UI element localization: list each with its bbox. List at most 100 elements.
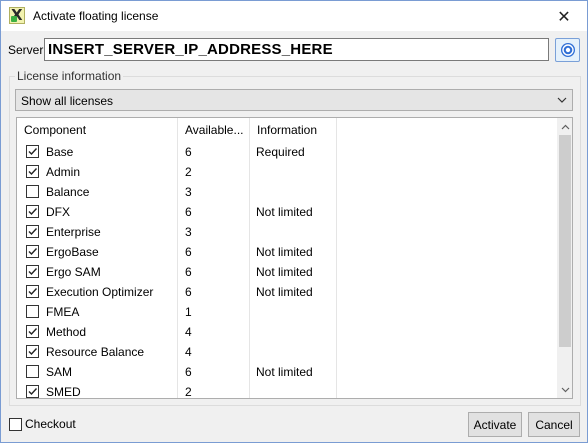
information-cell <box>250 342 337 362</box>
server-input[interactable]: INSERT_SERVER_IP_ADDRESS_HERE <box>44 38 549 61</box>
table-row[interactable]: Base 6 Required <box>17 142 557 162</box>
checkmark-icon <box>28 148 38 156</box>
available-cell: 3 <box>178 222 250 242</box>
column-header-information[interactable]: Information <box>250 118 337 142</box>
table-row[interactable]: Execution Optimizer 6 Not limited <box>17 282 557 302</box>
information-cell <box>250 182 337 202</box>
checkmark-icon <box>28 288 38 296</box>
component-cell: DFX <box>17 202 178 222</box>
checkmark-icon <box>28 228 38 236</box>
component-cell: Ergo SAM <box>17 262 178 282</box>
table-row[interactable]: Method 4 <box>17 322 557 342</box>
column-header-component[interactable]: Component <box>17 118 178 142</box>
table-scrollbar[interactable] <box>557 118 572 398</box>
component-cell: Base <box>17 142 178 162</box>
information-cell: Not limited <box>250 202 337 222</box>
component-name: Admin <box>46 165 81 179</box>
information-cell: Not limited <box>250 262 337 282</box>
available-cell: 6 <box>178 142 250 162</box>
available-cell: 2 <box>178 162 250 182</box>
component-checkbox[interactable] <box>26 265 39 278</box>
checkmark-icon <box>28 328 38 336</box>
available-cell: 6 <box>178 202 250 222</box>
component-cell: FMEA <box>17 302 178 322</box>
component-name: Method <box>46 325 87 339</box>
available-cell: 4 <box>178 322 250 342</box>
scrollbar-thumb[interactable] <box>559 135 571 347</box>
available-cell: 1 <box>178 302 250 322</box>
available-cell: 6 <box>178 262 250 282</box>
checkmark-icon <box>28 268 38 276</box>
table-row[interactable]: FMEA 1 <box>17 302 557 322</box>
table-row[interactable]: SMED 2 <box>17 382 557 399</box>
activate-button[interactable]: Activate <box>468 412 522 437</box>
table-row[interactable]: ErgoBase 6 Not limited <box>17 242 557 262</box>
component-name: ErgoBase <box>46 245 99 259</box>
component-cell: Enterprise <box>17 222 178 242</box>
scroll-down-button[interactable] <box>557 381 572 398</box>
component-name: Resource Balance <box>46 345 145 359</box>
table-header: Component Available... Information <box>17 118 557 142</box>
table-row[interactable]: Admin 2 <box>17 162 557 182</box>
component-checkbox[interactable] <box>26 165 39 178</box>
table-row[interactable]: Enterprise 3 <box>17 222 557 242</box>
component-name: FMEA <box>46 305 80 319</box>
available-cell: 3 <box>178 182 250 202</box>
component-cell: Method <box>17 322 178 342</box>
component-checkbox[interactable] <box>26 385 39 398</box>
window-title: Activate floating license <box>33 9 159 23</box>
license-info-legend: License information <box>15 69 124 83</box>
checkmark-icon <box>28 168 38 176</box>
table-row[interactable]: SAM 6 Not limited <box>17 362 557 382</box>
server-browse-button[interactable] <box>555 38 580 62</box>
column-header-available[interactable]: Available... <box>178 118 250 142</box>
component-checkbox[interactable] <box>26 325 39 338</box>
component-checkbox[interactable] <box>26 345 39 358</box>
checkmark-icon <box>28 248 38 256</box>
available-cell: 4 <box>178 342 250 362</box>
table-row[interactable]: Balance 3 <box>17 182 557 202</box>
component-checkbox[interactable] <box>26 205 39 218</box>
component-name: Base <box>46 145 74 159</box>
component-checkbox[interactable] <box>26 365 39 378</box>
component-cell: SMED <box>17 382 178 399</box>
information-cell <box>250 302 337 322</box>
table-row[interactable]: Ergo SAM 6 Not limited <box>17 262 557 282</box>
table-row[interactable]: DFX 6 Not limited <box>17 202 557 222</box>
component-checkbox[interactable] <box>26 305 39 318</box>
table-row[interactable]: Resource Balance 4 <box>17 342 557 362</box>
checkout-box[interactable] <box>9 418 22 431</box>
component-name: Ergo SAM <box>46 265 101 279</box>
cancel-button[interactable]: Cancel <box>528 412 580 437</box>
component-name: Enterprise <box>46 225 101 239</box>
chevron-up-icon <box>561 124 569 129</box>
license-filter-dropdown[interactable]: Show all licenses <box>15 89 573 111</box>
component-checkbox[interactable] <box>26 185 39 198</box>
component-checkbox[interactable] <box>26 225 39 238</box>
information-cell <box>250 322 337 342</box>
component-cell: Balance <box>17 182 178 202</box>
component-cell: SAM <box>17 362 178 382</box>
component-cell: Admin <box>17 162 178 182</box>
chevron-down-icon <box>561 387 569 392</box>
component-checkbox[interactable] <box>26 245 39 258</box>
scroll-up-button[interactable] <box>557 118 572 135</box>
chevron-down-icon <box>557 97 567 103</box>
component-cell: Execution Optimizer <box>17 282 178 302</box>
title-bar: X Activate floating license ✕ <box>1 1 587 31</box>
component-cell: ErgoBase <box>17 242 178 262</box>
component-name: DFX <box>46 205 70 219</box>
component-name: SAM <box>46 365 73 379</box>
checkmark-icon <box>28 348 38 356</box>
component-name: Balance <box>46 185 90 199</box>
information-cell <box>250 382 337 398</box>
available-cell: 2 <box>178 382 250 398</box>
information-cell: Required <box>250 142 337 162</box>
component-checkbox[interactable] <box>26 285 39 298</box>
close-button[interactable]: ✕ <box>541 1 587 31</box>
checkmark-icon <box>28 208 38 216</box>
component-name: SMED <box>46 385 81 399</box>
information-cell: Not limited <box>250 242 337 262</box>
component-cell: Resource Balance <box>17 342 178 362</box>
component-checkbox[interactable] <box>26 145 39 158</box>
